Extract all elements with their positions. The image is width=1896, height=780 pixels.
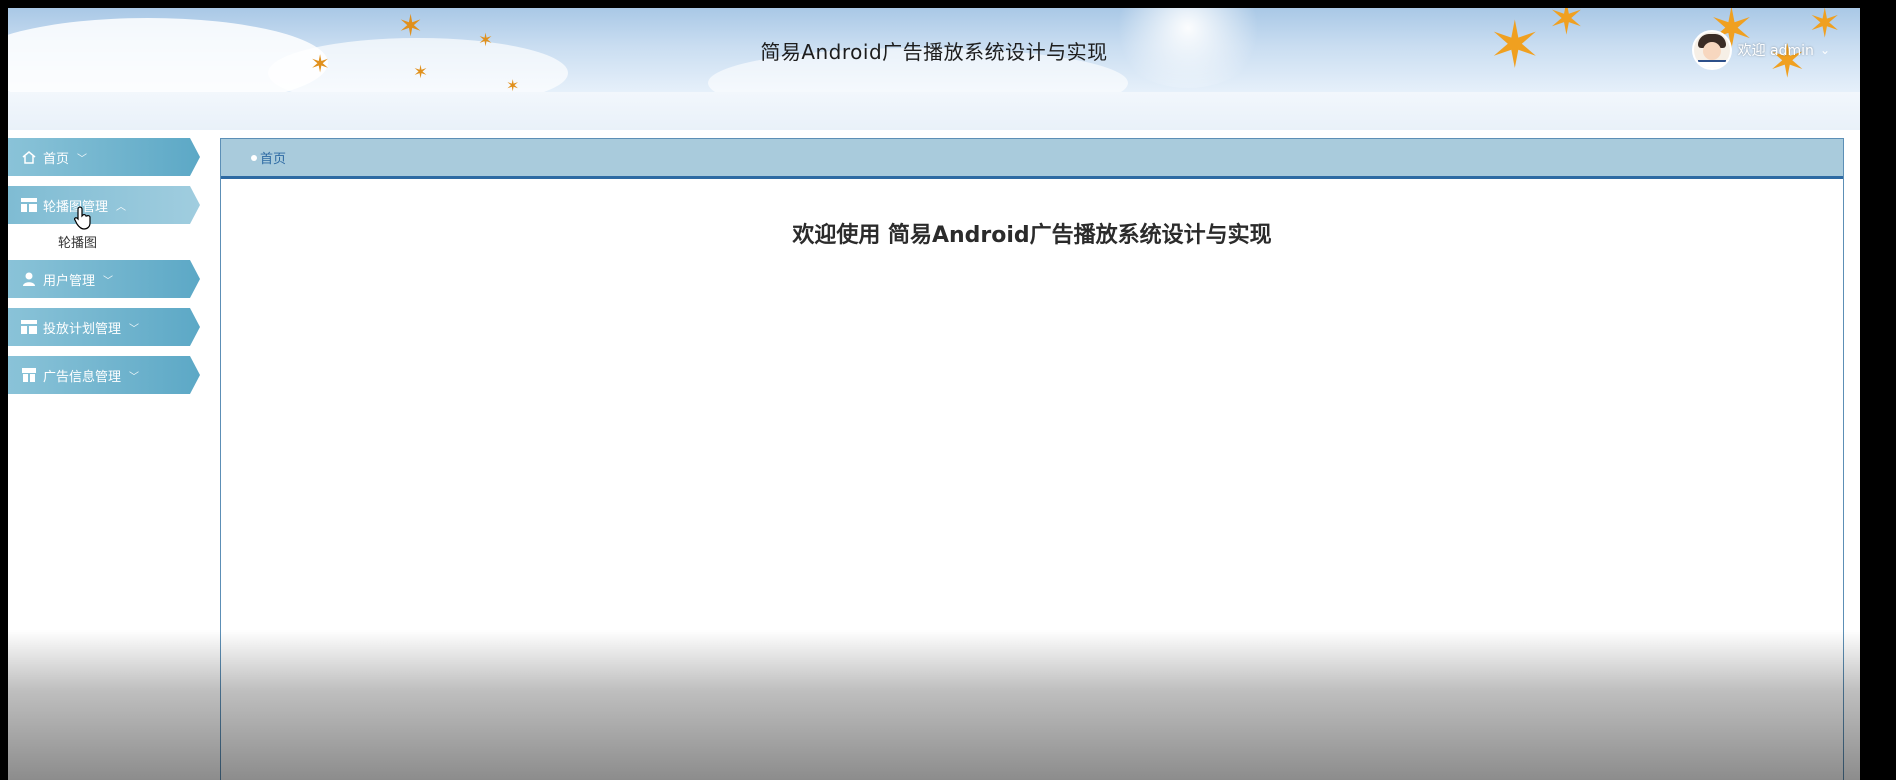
chevron-down-icon: ﹀	[77, 153, 88, 165]
sidebar-item-ad-info-management[interactable]: 广告信息管理 ﹀	[8, 356, 200, 394]
header-subbar	[8, 92, 1860, 130]
user-menu[interactable]: 欢迎 admin ⌄	[1691, 30, 1830, 70]
app-title: 简易Android广告播放系统设计与实现	[760, 40, 1108, 64]
breadcrumb[interactable]: 首页	[251, 148, 286, 167]
chevron-down-icon: ﹀	[103, 275, 114, 287]
user-icon	[20, 271, 38, 287]
submenu-carousel: 轮播图	[8, 228, 208, 256]
main-content: 首页 欢迎使用 简易Android广告播放系统设计与实现	[220, 138, 1844, 780]
leaf-icon: ✶	[506, 76, 520, 93]
breadcrumb-home-label[interactable]: 首页	[260, 148, 286, 167]
leaf-icon: ✶	[413, 62, 429, 83]
sidebar-item-user-management[interactable]: 用户管理 ﹀	[8, 260, 200, 298]
sidebar-item-label: 投放计划管理	[43, 321, 122, 337]
sidebar-item-label: 用户管理	[43, 273, 96, 289]
home-icon	[20, 149, 38, 165]
welcome-user-label[interactable]: 欢迎 admin	[1738, 40, 1814, 60]
sidebar-item-label: 广告信息管理	[43, 369, 122, 385]
chevron-down-icon[interactable]: ⌄	[1820, 43, 1830, 57]
breadcrumb-bar: 首页	[221, 139, 1843, 179]
sidebar-item-label: 首页	[43, 151, 70, 167]
chevron-down-icon: ﹀	[129, 323, 140, 335]
avatar[interactable]	[1691, 30, 1732, 70]
sidebar-item-carousel-management[interactable]: 轮播图管理 ︿	[8, 186, 200, 224]
chevron-up-icon: ︿	[116, 201, 127, 213]
sidebar: 首页 ﹀ 轮播图管理 ︿ 轮播图 用户管理 ﹀ 投放计划管理 ﹀ 广告信息管理 …	[8, 138, 208, 404]
hand-cursor-icon	[74, 206, 92, 234]
layout-icon	[20, 197, 38, 213]
welcome-heading: 欢迎使用 简易Android广告播放系统设计与实现	[792, 223, 1272, 248]
store-icon	[20, 367, 38, 383]
app-window: ✶ ✶ ✶ ✶ ✶ ✶ ✶ ✶ ✶ ✶ 简易Android广告播放系统设计与实现…	[8, 8, 1860, 780]
chevron-down-icon: ﹀	[129, 371, 140, 383]
sidebar-item-home[interactable]: 首页 ﹀	[8, 138, 200, 176]
dot-icon	[251, 154, 257, 161]
sidebar-subitem-carousel[interactable]: 轮播图	[8, 228, 208, 251]
header-banner: ✶ ✶ ✶ ✶ ✶ ✶ ✶ ✶ ✶ ✶ 简易Android广告播放系统设计与实现…	[8, 8, 1860, 92]
layout-icon	[20, 319, 38, 335]
sidebar-item-plan-management[interactable]: 投放计划管理 ﹀	[8, 308, 200, 346]
